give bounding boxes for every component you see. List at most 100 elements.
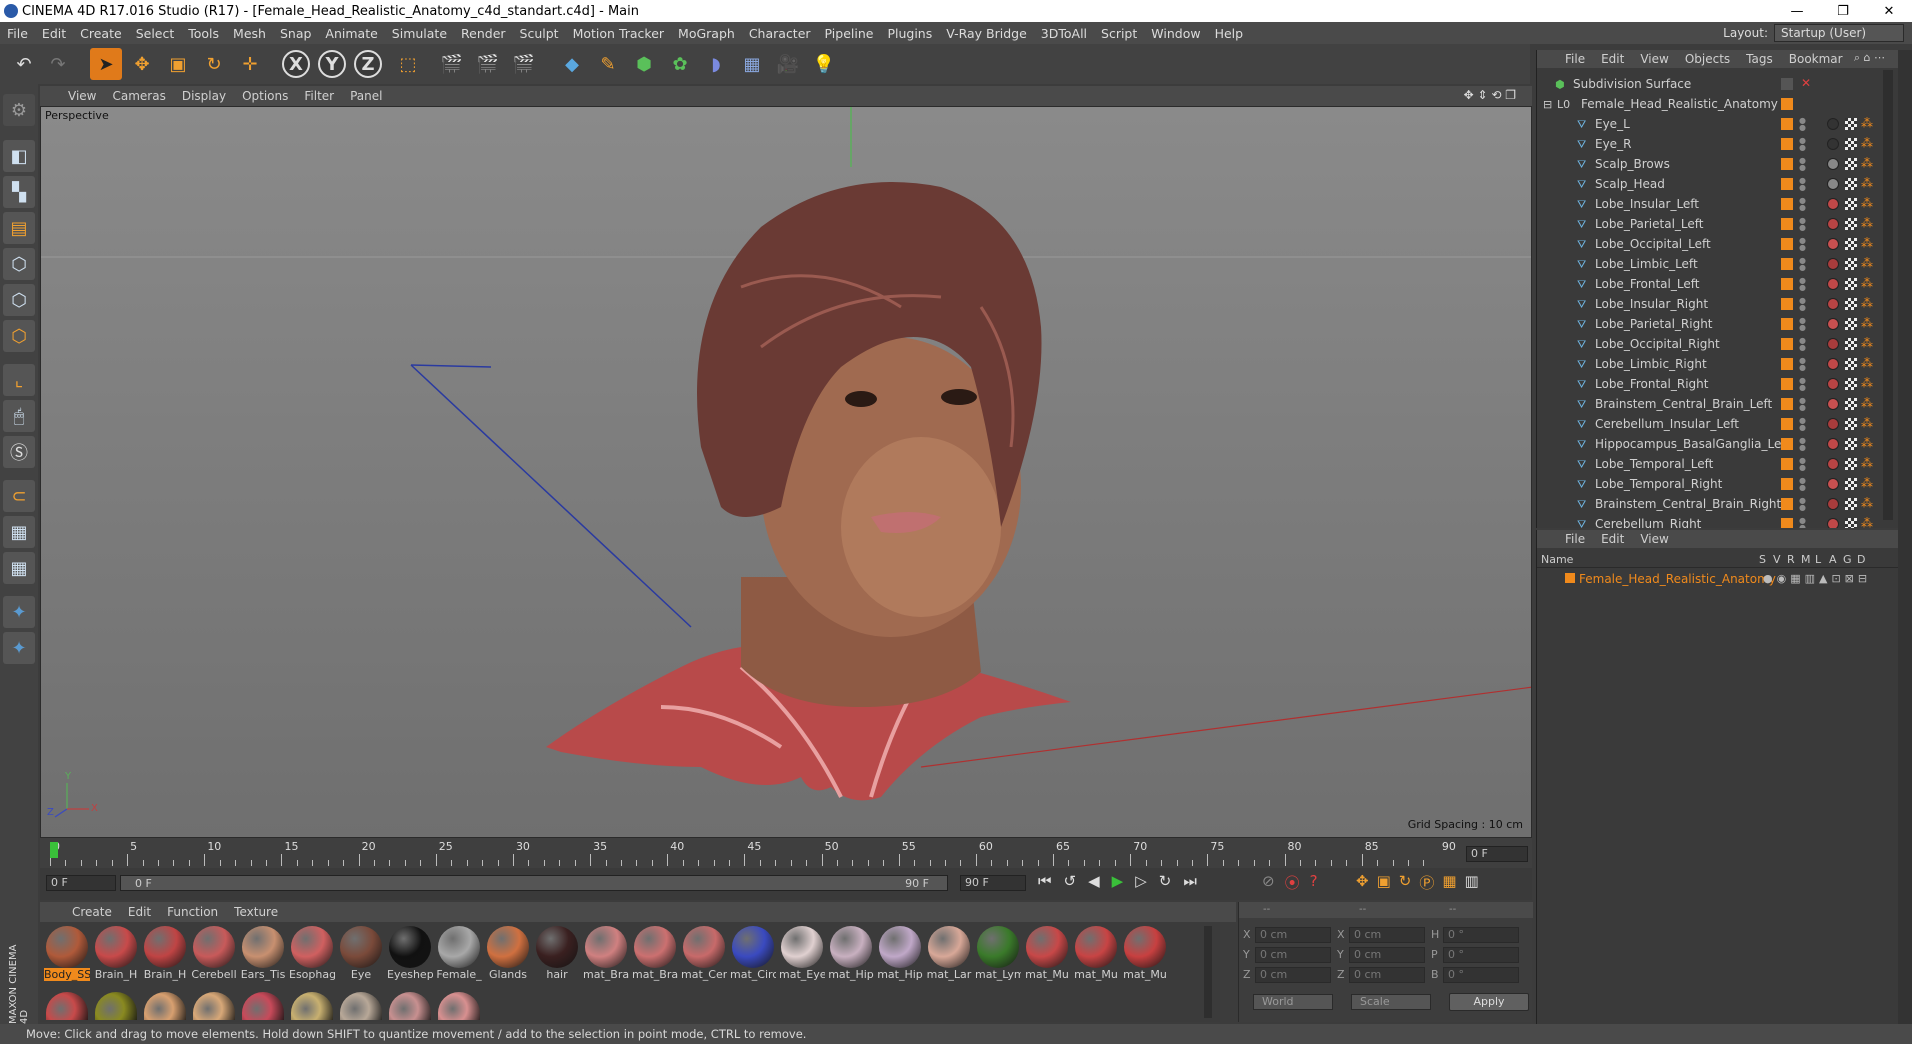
material-swatch[interactable]: Eye — [338, 924, 384, 986]
viewport-menu-display[interactable]: Display — [174, 89, 234, 103]
x-axis-lock-icon[interactable]: X — [282, 50, 310, 78]
object-row[interactable]: ⛛ Lobe_Temporal_Right ● ● ⁂ — [1537, 474, 1899, 494]
phong-tag-icon[interactable]: ⁂ — [1861, 136, 1873, 150]
coordinate-system-icon[interactable]: ⬚ — [392, 48, 424, 80]
texture-tag-icon[interactable] — [1845, 458, 1857, 470]
material-preview-ball[interactable] — [242, 992, 284, 1020]
layer-color-swatch[interactable] — [1781, 458, 1793, 470]
phong-tag-icon[interactable]: ⁂ — [1861, 416, 1873, 430]
layer-column-header[interactable]: D — [1857, 553, 1865, 566]
floor-icon[interactable]: ▦ — [736, 48, 768, 80]
material-swatch[interactable]: Brain_H — [93, 924, 139, 986]
material-swatch[interactable]: mat_Mu — [1073, 924, 1119, 986]
layer-color-swatch[interactable] — [1781, 378, 1793, 390]
visibility-dots-icon[interactable]: ● ● — [1799, 137, 1806, 152]
layer-color-swatch[interactable] — [1781, 158, 1793, 170]
menu-character[interactable]: Character — [742, 26, 818, 41]
menu-animate[interactable]: Animate — [318, 26, 384, 41]
objmgr-menu-edit[interactable]: Edit — [1593, 52, 1632, 66]
collapse-icon[interactable]: ⊟ — [1543, 98, 1555, 111]
edges-mode-icon[interactable]: ⬡ — [3, 284, 35, 316]
phong-tag-icon[interactable]: ⁂ — [1861, 336, 1873, 350]
menu-plugins[interactable]: Plugins — [880, 26, 939, 41]
apply-button[interactable]: Apply — [1449, 993, 1529, 1011]
material-preview-ball[interactable] — [389, 992, 431, 1020]
layer-column-header[interactable]: A — [1829, 553, 1837, 566]
material-swatch[interactable]: mat_Circ — [730, 924, 776, 986]
keyframe-selection-icon[interactable]: ? — [1310, 872, 1318, 893]
texture-tag-icon[interactable] — [1845, 238, 1857, 250]
material-tag-icon[interactable] — [1827, 178, 1839, 190]
visibility-dots-icon[interactable]: ● ● — [1799, 157, 1806, 172]
layer-color-swatch[interactable] — [1781, 118, 1793, 130]
layer-color-swatch[interactable] — [1781, 278, 1793, 290]
layer-color-swatch[interactable] — [1781, 338, 1793, 350]
material-swatch[interactable]: Cerebell — [191, 924, 237, 986]
points-mode-icon[interactable]: ⬡ — [3, 248, 35, 280]
texture-tag-icon[interactable] — [1845, 178, 1857, 190]
material-swatch[interactable]: mat_Lym — [975, 924, 1021, 986]
object-row[interactable]: ⛛ Eye_R ● ● ⁂ — [1537, 134, 1899, 154]
phong-tag-icon[interactable]: ⁂ — [1861, 376, 1873, 390]
visibility-dots-icon[interactable]: ● ● — [1799, 457, 1806, 472]
menu-file[interactable]: File — [0, 26, 35, 41]
layer-color-swatch[interactable] — [1781, 198, 1793, 210]
make-editable-icon[interactable]: ⚙ — [3, 94, 35, 126]
object-row[interactable]: ⛛ Brainstem_Central_Brain_Left ● ● ⁂ — [1537, 394, 1899, 414]
phong-tag-icon[interactable]: ⁂ — [1861, 356, 1873, 370]
phong-tag-icon[interactable]: ⁂ — [1861, 256, 1873, 270]
object-row-root[interactable]: ⬢ Subdivision Surface ✕ — [1537, 74, 1899, 94]
material-swatch[interactable]: mat_Eye — [779, 924, 825, 986]
move-icon[interactable]: ✥ — [126, 48, 158, 80]
material-tag-icon[interactable] — [1827, 358, 1839, 370]
coord-space-dropdown[interactable]: World — [1253, 994, 1333, 1010]
layer-column-header[interactable]: G — [1843, 553, 1852, 566]
phong-tag-icon[interactable]: ⁂ — [1861, 176, 1873, 190]
material-swatch[interactable]: mat_Bra — [583, 924, 629, 986]
material-tag-icon[interactable] — [1827, 318, 1839, 330]
polygons-mode-icon[interactable]: ⬡ — [3, 320, 35, 352]
object-row[interactable]: ⛛ Lobe_Insular_Right ● ● ⁂ — [1537, 294, 1899, 314]
cloner-icon[interactable]: ✿ — [664, 48, 696, 80]
material-tag-icon[interactable] — [1827, 238, 1839, 250]
camera-icon[interactable]: 🎥 — [772, 48, 804, 80]
viewport-menu-panel[interactable]: Panel — [342, 89, 390, 103]
material-swatch[interactable]: mat_Lar — [926, 924, 972, 986]
close-button[interactable]: ✕ — [1866, 0, 1912, 22]
object-row[interactable]: ⛛ Lobe_Parietal_Left ● ● ⁂ — [1537, 214, 1899, 234]
coord-value-field[interactable]: 0 cm — [1349, 967, 1425, 983]
material-tag-icon[interactable] — [1827, 458, 1839, 470]
rotate-icon[interactable]: ↻ — [198, 48, 230, 80]
phong-tag-icon[interactable]: ⁂ — [1861, 456, 1873, 470]
texture-tag-icon[interactable] — [1845, 418, 1857, 430]
layer-column-header[interactable]: V — [1773, 553, 1781, 566]
material-preview-ball[interactable] — [95, 992, 137, 1020]
object-row[interactable]: ⛛ Lobe_Temporal_Left ● ● ⁂ — [1537, 454, 1899, 474]
object-row[interactable]: ⛛ Lobe_Occipital_Left ● ● ⁂ — [1537, 234, 1899, 254]
layermgr-menu-view[interactable]: View — [1632, 532, 1676, 546]
menu-script[interactable]: Script — [1094, 26, 1144, 41]
visibility-dots-icon[interactable]: ● ● — [1799, 297, 1806, 312]
axis-mode-icon[interactable]: ⌞ — [3, 364, 35, 396]
material-swatch[interactable]: mat_Mu — [1024, 924, 1070, 986]
material-preview-ball[interactable] — [144, 992, 186, 1020]
preview-range-slider[interactable]: 0 F 90 F — [120, 875, 948, 891]
visibility-dots-icon[interactable]: ● ● — [1799, 317, 1806, 332]
objmgr-menu-view[interactable]: View — [1632, 52, 1676, 66]
pen-spline-icon[interactable]: ✎ — [592, 48, 624, 80]
texture-tag-icon[interactable] — [1845, 278, 1857, 290]
render-settings-icon[interactable]: 🎬 — [508, 48, 540, 80]
layer-name[interactable]: Female_Head_Realistic_Anatomy — [1579, 572, 1776, 586]
attribute-tabs-strip[interactable] — [1898, 50, 1912, 1024]
layer-row[interactable]: Female_Head_Realistic_Anatomy ●◉▦▥▲⊡⊠⊟ — [1537, 570, 1899, 588]
visibility-dots-icon[interactable]: ● ● — [1799, 377, 1806, 392]
object-row[interactable]: ⛛ Scalp_Brows ● ● ⁂ — [1537, 154, 1899, 174]
material-tag-icon[interactable] — [1827, 218, 1839, 230]
visibility-dots-icon[interactable]: ● ● — [1799, 477, 1806, 492]
undo-icon[interactable]: ↶ — [8, 48, 40, 80]
menu-mograph[interactable]: MoGraph — [671, 26, 742, 41]
cube-icon[interactable]: ◆ — [556, 48, 588, 80]
layer-color-swatch[interactable] — [1781, 218, 1793, 230]
layer-color-swatch[interactable] — [1781, 518, 1793, 528]
phong-tag-icon[interactable]: ⁂ — [1861, 276, 1873, 290]
